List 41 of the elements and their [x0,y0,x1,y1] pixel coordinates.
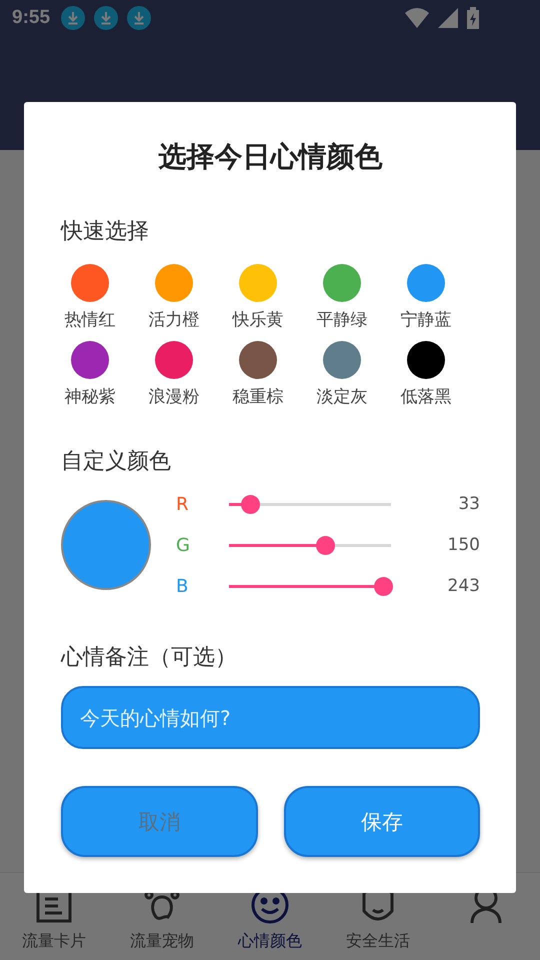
swatch-label: 热情红 [64,309,116,331]
channel-label: B [176,576,190,596]
color-swatch[interactable] [155,264,193,302]
wifi-icon [405,8,429,28]
battery-icon [467,7,479,29]
color-swatch[interactable] [323,264,361,302]
color-swatch[interactable] [239,341,277,379]
nav-tab[interactable]: 心情颜色 [216,873,324,960]
color-swatch[interactable] [323,341,361,379]
download-icon [61,6,86,30]
channel-value: 150 [446,535,480,555]
dialog-title: 选择今日心情颜色 [158,139,384,175]
clock: 9:55 [12,7,50,29]
section-title: 心情备注（可选） [61,644,238,672]
swatch-label: 浪漫粉 [148,386,200,408]
note-field[interactable]: 今天的心情如何? [61,686,480,749]
color-swatch[interactable] [71,264,109,302]
section-title: 自定义颜色 [61,448,172,476]
swatch-label: 平静绿 [316,309,368,331]
channel-value: 243 [446,576,480,596]
color-swatch[interactable] [71,341,109,379]
cancel-button[interactable]: 取消 [61,786,258,857]
signal-icon [438,8,458,28]
color-swatch[interactable] [407,264,445,302]
save-button[interactable]: 保存 [284,786,480,857]
swatch-label: 活力橙 [148,309,200,331]
swatch-label: 宁静蓝 [400,309,452,331]
swatch-label: 神秘紫 [64,386,116,408]
swatch-label: 淡定灰 [316,386,368,408]
color-swatch[interactable] [407,341,445,379]
download-icon [94,6,118,30]
channel-value: 33 [457,494,480,514]
download-icon [127,6,152,30]
channel-label: R [176,494,190,514]
section-title: 快速选择 [61,218,150,246]
color-swatch[interactable] [155,341,193,379]
swatch-label: 低落黑 [400,386,452,408]
swatch-label: 快乐黄 [232,309,284,331]
channel-label: G [176,534,191,556]
swatch-label: 稳重棕 [232,386,284,408]
color-swatch[interactable] [239,264,277,302]
